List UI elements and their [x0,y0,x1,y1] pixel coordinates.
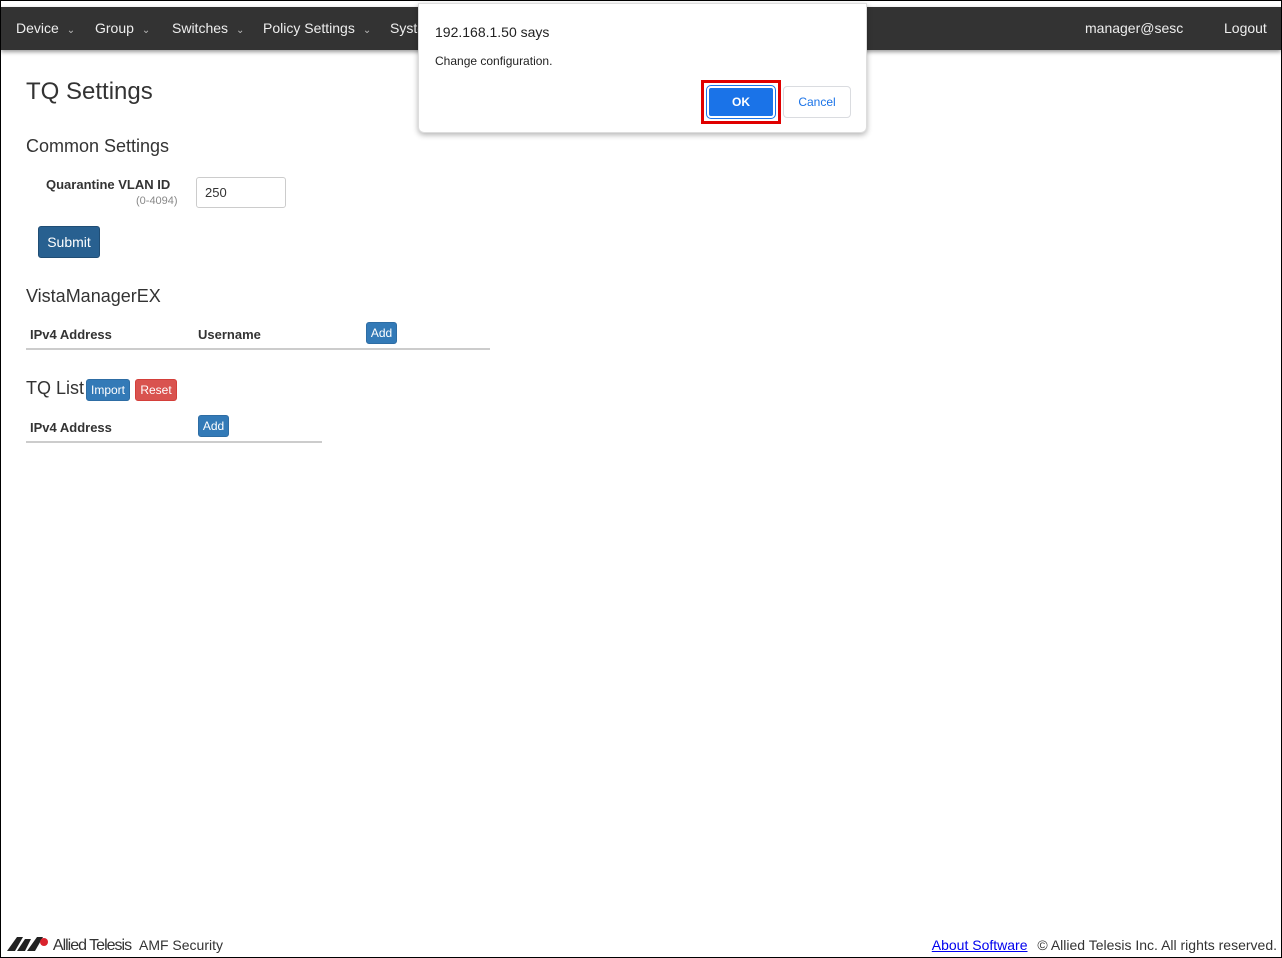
tq-add-button[interactable]: Add [198,415,229,437]
logout-link[interactable]: Logout [1224,20,1267,36]
divider [26,348,490,350]
vista-heading: VistaManagerEX [26,286,161,306]
copyright: © Allied Telesis Inc. All rights reserve… [1037,937,1277,953]
footer-right: About Software © Allied Telesis Inc. All… [932,937,1277,953]
dialog-message: Change configuration. [435,54,553,68]
tq-list-heading: TQ List [26,378,85,398]
allied-telesis-logo-icon [7,937,48,951]
confirm-dialog: 192.168.1.50 says Change configuration. … [418,3,867,133]
about-software-link[interactable]: About Software [932,937,1028,953]
nav-label: Switches [172,20,229,36]
nav-label: Policy Settings [263,20,355,36]
common-settings-heading: Common Settings [26,136,170,156]
vlan-label: Quarantine VLAN ID [46,177,171,192]
dialog-title: 192.168.1.50 says [435,24,550,40]
nav-policy-settings[interactable]: Policy Settings ⌄ [263,20,371,36]
submit-button[interactable]: Submit [38,226,100,258]
col-ipv4: IPv4 Address [30,327,112,342]
cancel-button[interactable]: Cancel [783,86,851,118]
col-username: Username [198,327,261,342]
page-title: TQ Settings [26,78,153,105]
col-ipv4: IPv4 Address [30,420,112,435]
user-menu[interactable]: manager@sesc [1085,20,1183,36]
chevron-down-icon: ⌄ [236,25,245,36]
footer-brand: Allied Telesis AMF Security [7,937,223,955]
chevron-down-icon: ⌄ [362,25,372,36]
nav-group[interactable]: Group ⌄ [95,20,150,36]
chevron-down-icon: ⌄ [141,25,151,36]
nav-label: Group [95,20,134,36]
divider [26,441,322,443]
ok-button[interactable]: OK [706,85,776,119]
chevron-down-icon: ⌄ [66,25,76,36]
vista-add-button[interactable]: Add [366,322,397,344]
brand-name: Allied Telesis [52,937,132,954]
quarantine-vlan-input[interactable] [196,177,286,208]
nav-label: Device [16,20,59,36]
product-name: AMF Security [138,937,223,953]
reset-button[interactable]: Reset [135,379,177,401]
nav-device[interactable]: Device ⌄ [16,20,75,36]
import-button[interactable]: Import [86,379,130,401]
vlan-hint: (0-4094) [136,195,178,207]
nav-switches[interactable]: Switches ⌄ [172,20,244,36]
